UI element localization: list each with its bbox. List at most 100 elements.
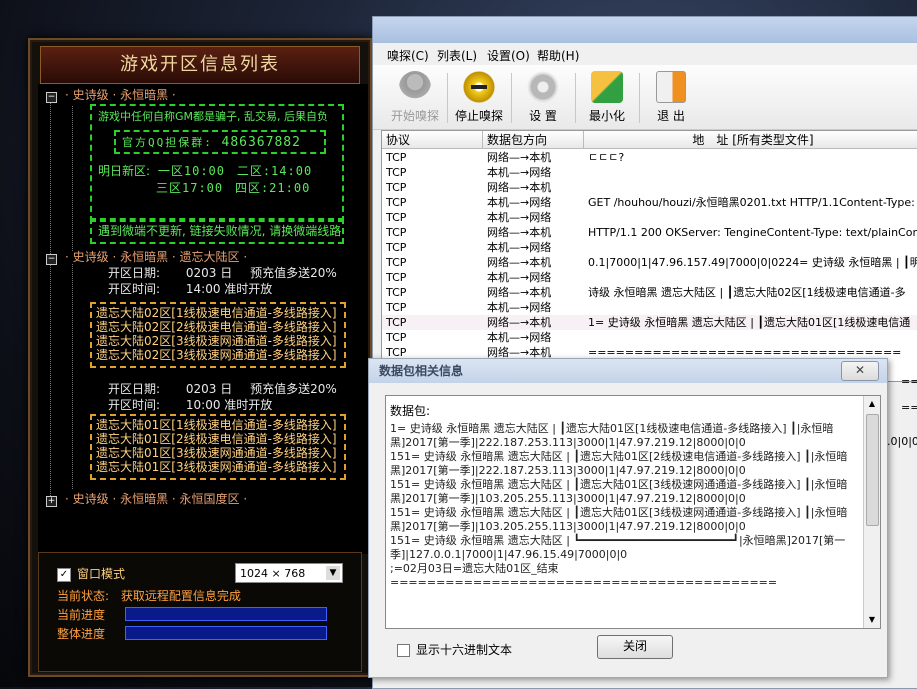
toolbar-separator (447, 73, 448, 123)
tree-connector (72, 264, 73, 489)
scroll-down-icon[interactable]: ▼ (864, 612, 880, 628)
col-direction[interactable]: 数据包方向 (483, 131, 584, 149)
server-tree[interactable]: − · 史诗级 · 永恒暗黑 · 游戏中任何自称GM都是骗子, 乱交易, 后果自负… (38, 84, 368, 554)
table-row[interactable]: TCP 本机—→网络 (382, 240, 917, 255)
zone3-time: 三区17:00 (156, 181, 224, 195)
packet-content: 1= 史诗级 永恒暗黑 遗忘大陆区 | ┃遗忘大陆01区[1线极速电信通道-多线… (390, 422, 848, 589)
table-row[interactable]: TCP 网络—→本机 (382, 180, 917, 195)
zone4-time: 四区:21:00 (234, 181, 311, 195)
row-protocol: TCP (386, 226, 407, 239)
collapse-icon[interactable]: − (46, 254, 57, 265)
table-row[interactable]: TCP 网络—→本机 0.1|7000|1|47.96.157.49|7000|0|… (382, 255, 917, 270)
table-row[interactable]: TCP 本机—→网络 (382, 300, 917, 315)
server-link[interactable]: 遗忘大陆02区[3线极速网通通道-多线路接入] (96, 334, 340, 348)
col-address[interactable]: 地 址 [所有类型文件] (584, 131, 917, 149)
server-link[interactable]: 遗忘大陆01区[1线极速电信通道-多线路接入] (96, 418, 340, 432)
launcher-title: 游戏开区信息列表 (40, 46, 360, 84)
tree-node-epic-eternal[interactable]: − · 史诗级 · 永恒暗黑 · (46, 86, 176, 103)
row-protocol: TCP (386, 256, 407, 269)
notice-warning: 游戏中任何自称GM都是骗子, 乱交易, 后果自负 (98, 110, 328, 123)
start-sniff-button[interactable]: 开始嗅探 (385, 71, 445, 124)
table-row[interactable]: TCP 本机—→网络 (382, 270, 917, 285)
row-protocol: TCP (386, 286, 407, 299)
open-date-label: 开区日期: (108, 266, 161, 280)
dialog-title[interactable]: 数据包相关信息 (369, 359, 887, 383)
minimize-label: 最小化 (588, 109, 625, 123)
expand-icon[interactable]: + (46, 496, 57, 507)
menu-bar: 嗅探(C) 列表(L) 设置(O) 帮助(H) (373, 43, 917, 65)
settings-label: 设 置 (529, 109, 557, 123)
stop-sniff-button[interactable]: 停止嗅探 (449, 71, 509, 124)
table-row[interactable]: TCP 网络—→本机 HTTP/1.1 200 OKServer: TengineC… (382, 225, 917, 240)
open-time-label: 开区时间: (108, 398, 161, 412)
tree-node-eternal-kingdom[interactable]: + · 史诗级 · 永恒暗黑 · 永恒国度区 · (46, 490, 247, 507)
packet-text-area[interactable]: 数据包: 1= 史诗级 永恒暗黑 遗忘大陆区 | ┃遗忘大陆01区[1线极速电信… (385, 395, 881, 629)
row-direction: 本机—→网络 (487, 301, 552, 314)
row-direction: 网络—→本机 (487, 316, 552, 329)
group1-server-list: 遗忘大陆02区[1线极速电信通道-多线路接入] 遗忘大陆02区[2线极速电信通道… (90, 302, 346, 368)
menu-settings[interactable]: 设置(O) (487, 47, 530, 64)
recharge-bonus: 预充值多送20% (250, 382, 337, 396)
server-link[interactable]: 遗忘大陆01区[2线极速电信通道-多线路接入] (96, 432, 340, 446)
menu-sniff[interactable]: 嗅探(C) (387, 47, 429, 64)
row-direction: 本机—→网络 (487, 211, 552, 224)
server-link[interactable]: 遗忘大陆02区[1线极速电信通道-多线路接入] (96, 306, 340, 320)
hex-label: 显示十六进制文本 (416, 643, 513, 657)
group2-server-list: 遗忘大陆01区[1线极速电信通道-多线路接入] 遗忘大陆01区[2线极速电信通道… (90, 414, 346, 480)
minimize-button[interactable]: 最小化 (577, 71, 637, 124)
scrollbar[interactable]: ▲ ▼ (863, 396, 880, 628)
row-direction: 本机—→网络 (487, 241, 552, 254)
exit-icon (656, 71, 686, 103)
row-direction: 本机—→网络 (487, 196, 552, 209)
chevron-down-icon[interactable]: ▼ (326, 566, 340, 580)
table-row[interactable]: TCP 本机—→网络 (382, 330, 917, 345)
row-address: GET /houhou/houzi/永恒暗黑0201.txt HTTP/1.1C… (588, 196, 917, 209)
table-row[interactable]: TCP 本机—→网络 GET /houhou/houzi/永恒暗黑0201.txt … (382, 195, 917, 210)
exit-label: 退 出 (657, 109, 685, 123)
scroll-up-icon[interactable]: ▲ (864, 396, 880, 412)
launcher-panel: 游戏开区信息列表 − · 史诗级 · 永恒暗黑 · 游戏中任何自称GM都是骗子, … (28, 38, 372, 677)
tree-connector (72, 106, 73, 251)
row-direction: 网络—→本机 (487, 256, 552, 269)
row-direction: 网络—→本机 (487, 181, 552, 194)
tree-connector (50, 96, 51, 496)
resolution-select[interactable]: 1024 × 768 ▼ (235, 563, 343, 583)
status-line: 当前状态: 获取远程配置信息完成 (57, 587, 241, 604)
start-sniff-label: 开始嗅探 (390, 109, 439, 123)
table-row[interactable]: TCP 本机—→网络 (382, 165, 917, 180)
packet-label: 数据包: (390, 404, 431, 418)
packet-list[interactable]: 协议 数据包方向 地 址 [所有类型文件] TCP 网络—→本机 ㄷㄷㄷ? TCP 本机… (381, 130, 917, 382)
close-icon[interactable]: ✕ (841, 361, 879, 381)
server-link[interactable]: 遗忘大陆01区[3线极速网通通道-多线路接入] (96, 446, 340, 460)
server-link[interactable]: 遗忘大陆02区[2线极速电信通道-多线路接入] (96, 320, 340, 334)
row-address: 1= 史诗级 永恒暗黑 遗忘大陆区 | ┃遗忘大陆01区[1线极速电信通 (588, 316, 911, 329)
menu-list[interactable]: 列表(L) (437, 47, 477, 64)
row-direction: 本机—→网络 (487, 271, 552, 284)
table-row[interactable]: TCP 本机—→网络 (382, 210, 917, 225)
collapse-icon[interactable]: − (46, 92, 57, 103)
scroll-thumb[interactable] (866, 414, 879, 526)
status-panel: ✓ 窗口模式 1024 × 768 ▼ 当前状态: 获取远程配置信息完成 当前进度… (38, 552, 362, 672)
exit-button[interactable]: 退 出 (641, 71, 701, 124)
settings-button[interactable]: 设 置 (513, 71, 573, 124)
hex-checkbox[interactable]: 显示十六进制文本 (397, 641, 512, 658)
toolbar: 开始嗅探 停止嗅探 设 置 最小化 退 出 (373, 65, 917, 130)
current-progress-bar (125, 607, 327, 621)
close-button[interactable]: 关闭 (597, 635, 673, 659)
menu-help[interactable]: 帮助(H) (537, 47, 579, 64)
window-mode-checkbox[interactable]: ✓ 窗口模式 (57, 565, 125, 582)
server-link[interactable]: 遗忘大陆02区[3线极速网通通道-多线路接入] (96, 348, 340, 362)
recharge-bonus: 预充值多送20% (250, 266, 337, 280)
open-date-value: 0203 日 (185, 382, 233, 396)
col-protocol[interactable]: 协议 (382, 131, 483, 149)
table-row[interactable]: TCP 网络—→本机 ㄷㄷㄷ? (382, 150, 917, 165)
table-row[interactable]: TCP 网络—→本机 诗级 永恒暗黑 遗忘大陆区 | ┃遗忘大陆02区[1线极速电信… (382, 285, 917, 300)
row-protocol: TCP (386, 271, 407, 284)
table-row[interactable]: TCP 网络—→本机 1= 史诗级 永恒暗黑 遗忘大陆区 | ┃遗忘大陆01区[1线… (382, 315, 917, 330)
tree-node-forgotten-continent[interactable]: − · 史诗级 · 永恒暗黑 · 遗忘大陆区 · (46, 248, 247, 265)
open-date-label: 开区日期: (108, 382, 161, 396)
row-protocol: TCP (386, 151, 407, 164)
window-titlebar[interactable] (373, 17, 917, 43)
group2-open-time: 开区时间: 10:00 准时开放 (108, 396, 272, 413)
server-link[interactable]: 遗忘大陆01区[3线极速网通通道-多线路接入] (96, 460, 340, 474)
